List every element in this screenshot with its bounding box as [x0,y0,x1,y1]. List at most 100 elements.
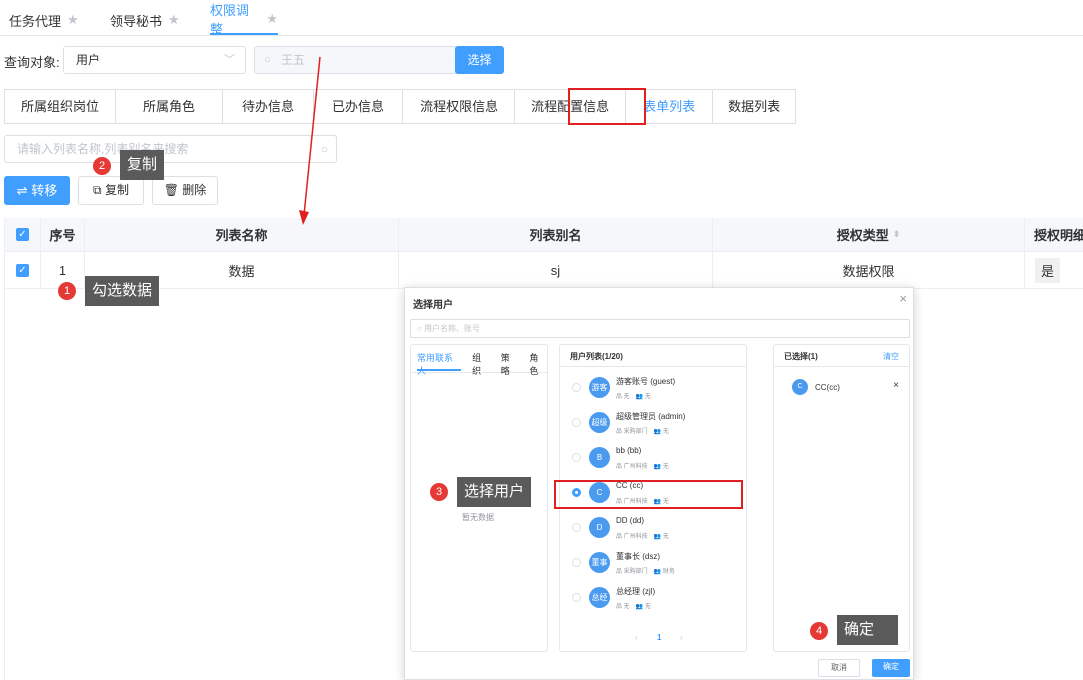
list-item[interactable]: 董事 董事长 (dsz) 品 采购部门 👥 财务 [560,546,746,580]
org-icon: 品 [616,534,624,540]
sub-tab-bar: 所属组织岗位 所属角色 待办信息 已办信息 流程权限信息 流程配置信息 表单列表… [4,89,797,124]
trash-icon: 🗑 [163,183,183,197]
star-icon[interactable]: ★ [67,12,79,28]
user-org: 无 [623,394,630,400]
star-icon[interactable]: ★ [266,11,278,27]
avatar: 游客 [589,377,610,398]
list-item[interactable]: Bbb (bb) 品 广州科技 👥 无 [560,441,746,475]
role-icon: 👥 [635,394,645,400]
user-radio[interactable] [572,418,581,427]
check-icon: ✓ [16,263,29,277]
tab-frequent-contacts[interactable]: 常用联系人 [417,351,462,376]
user-radio[interactable] [572,453,581,462]
header-auth-type[interactable]: 授权类型 ⬍ [713,218,1025,251]
user-name: bb (bb) [616,446,642,455]
copy-button[interactable]: ⧉ 复制 [78,176,144,205]
close-icon[interactable]: × [899,291,907,306]
table-row: ✓ 1 数据 sj 数据权限 是 [5,252,1083,289]
row-checkbox[interactable]: ✓ [5,252,41,288]
tab-flow-permission[interactable]: 流程权限信息 [403,90,516,123]
tab-strategy[interactable]: 策略 [501,351,519,376]
user-search-placeholder: 用户名称、账号 [424,324,481,333]
highlight-selected-user [554,480,743,509]
list-item[interactable]: 超级 超级管理员 (admin) 品 采购部门 👥 无 [560,406,746,440]
role-icon: 👥 [635,604,645,610]
copy-icon: ⧉ [93,183,105,197]
tab-role[interactable]: 角色 [529,351,547,376]
select-button[interactable]: 选择 [455,46,504,74]
avatar: C [792,379,808,395]
avatar: 董事 [589,552,610,573]
user-meta: 品 无 👥 无 [616,601,651,610]
select-all-checkbox[interactable]: ✓ [5,218,41,251]
org-icon: 品 [616,604,624,610]
user-role: 无 [644,394,651,400]
search-icon: ○ [264,54,271,66]
tab-organization[interactable]: 组织 [472,351,490,376]
list-filter-input[interactable]: 请输入列表名称,列表别名来搜索 ○ [4,135,337,163]
role-icon: 👥 [653,569,663,575]
tab-org-post[interactable]: 所属组织岗位 [5,90,117,123]
tab-task-agent[interactable]: 任务代理 ★ [9,5,79,35]
avatar: D [589,517,610,538]
query-search-input[interactable]: ○ 王五 [254,46,456,74]
user-meta: 品 广州科技 👥 无 [616,461,669,470]
step-2-tip: 复制 [120,150,165,180]
confirm-button[interactable]: 确定 [872,659,910,677]
user-org: 无 [623,604,630,610]
avatar: 总经 [589,587,610,608]
next-page-icon[interactable]: › [680,633,683,642]
selected-title: 已选择(1) [784,352,818,361]
tab-permission-adjust[interactable]: 权限调整 ★ [210,3,278,37]
step-2-badge: 2 [93,157,111,175]
top-tab-bar: 任务代理 ★ 领导秘书 ★ 权限调整 ★ [0,0,1083,37]
list-item[interactable]: 总经 总经理 (zjl) 品 无 👥 无 [560,581,746,615]
row-auth-type: 数据权限 [713,252,1025,288]
header-alias: 列表别名 [399,218,713,251]
remove-icon[interactable]: × [893,380,899,391]
prev-page-icon[interactable]: ‹ [635,633,638,642]
user-radio[interactable] [572,383,581,392]
list-item[interactable]: D DD (dd) 品 广州科技 👥 无 [560,511,746,545]
user-radio[interactable] [572,523,581,532]
user-list-title: 用户列表(1/20) [560,345,746,367]
tab-label: 领导秘书 [110,13,163,29]
row-auth-detail: 是 [1025,252,1083,288]
sort-icon[interactable]: ⬍ [893,229,901,240]
query-type-select[interactable]: 用户 ﹀ [63,46,246,74]
user-radio[interactable] [572,593,581,602]
user-meta: 品 无 👥 无 [616,391,651,400]
step-4-tip: 确定 [837,615,898,645]
transfer-label: 转移 [31,183,58,198]
tab-data-list[interactable]: 数据列表 [713,90,795,123]
empty-text: 暂无数据 [462,513,494,522]
list-item[interactable]: 游客 游客账号 (guest) 品 无 👥 无 [560,371,746,405]
user-search-input[interactable]: ○ 用户名称、账号 [410,319,910,338]
clear-link[interactable]: 清空 [883,351,899,362]
role-icon: 👥 [653,464,663,470]
user-role: 无 [662,534,669,540]
user-org: 广州科技 [623,464,648,470]
user-org: 广州科技 [623,534,648,540]
step-1-tip: 勾选数据 [85,276,160,306]
header-name: 列表名称 [85,218,399,251]
header-auth-type-label: 授权类型 [836,228,889,243]
table-header: ✓ 序号 列表名称 列表别名 授权类型 ⬍ 授权明细 [5,218,1083,252]
star-icon[interactable]: ★ [168,12,180,28]
search-icon: ○ [417,324,425,333]
tab-leader-secretary[interactable]: 领导秘书 ★ [110,5,180,35]
transfer-button[interactable]: ⇌ 转移 [4,176,70,205]
step-3-tip: 选择用户 [457,477,532,507]
delete-button[interactable]: 🗑 删除 [152,176,218,205]
cancel-button[interactable]: 取消 [818,659,860,677]
current-page[interactable]: 1 [657,633,661,642]
user-role: 无 [644,604,651,610]
user-meta: 品 广州科技 👥 无 [616,531,669,540]
step-1-badge: 1 [58,282,76,300]
user-meta: 品 采购部门 👥 无 [616,426,669,435]
selected-user-name: CC(cc) [815,383,840,392]
user-name: DD (dd) [616,516,645,525]
user-radio[interactable] [572,558,581,567]
tab-label: 任务代理 [9,13,62,29]
tab-roles[interactable]: 所属角色 [116,90,224,123]
